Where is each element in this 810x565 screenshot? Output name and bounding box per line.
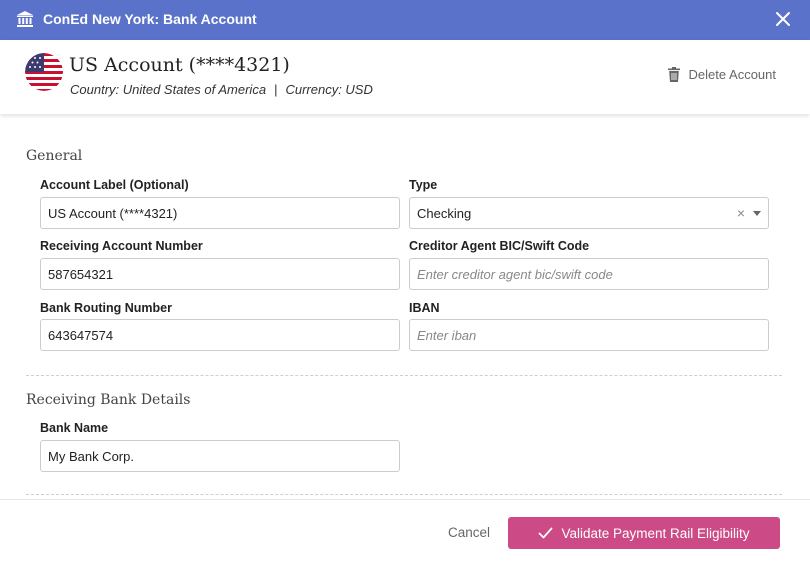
account-label-label: Account Label (Optional) (40, 178, 189, 192)
account-meta: Country: United States of America | Curren… (70, 82, 373, 97)
type-label: Type (409, 178, 438, 192)
close-icon[interactable] (774, 10, 792, 28)
bank-name-label: Bank Name (40, 421, 109, 435)
delete-account-button[interactable]: Delete Account (667, 67, 776, 82)
chevron-down-icon[interactable] (753, 210, 761, 216)
bank-icon (17, 11, 33, 27)
account-header: US Account (****4321) Country: United St… (0, 40, 810, 114)
clear-icon[interactable]: × (737, 205, 745, 221)
iban-label: IBAN (409, 301, 440, 315)
cancel-button[interactable]: Cancel (448, 525, 490, 540)
receiving-account-number-label: Receiving Account Number (40, 239, 203, 253)
us-flag-icon (25, 53, 63, 91)
section-divider-bottom (26, 494, 782, 495)
creditor-bic-label: Creditor Agent BIC/Swift Code (409, 239, 590, 253)
receiving-bank-section-title: Receiving Bank Details (26, 392, 191, 408)
account-currency: Currency: USD (285, 82, 373, 97)
trash-icon (667, 67, 680, 82)
validate-payment-rail-label: Validate Payment Rail Eligibility (561, 525, 750, 541)
bank-routing-number-input[interactable] (40, 319, 400, 351)
bank-routing-number-label: Bank Routing Number (40, 301, 172, 315)
checkmark-icon (539, 527, 553, 539)
dialog-footer: Cancel Validate Payment Rail Eligibility (0, 499, 810, 565)
creditor-bic-input[interactable] (409, 258, 769, 290)
delete-account-label: Delete Account (688, 67, 776, 82)
type-select-value: Checking (417, 205, 472, 221)
account-label-input[interactable] (40, 197, 400, 229)
type-select[interactable]: Checking × (409, 197, 769, 229)
section-divider (26, 375, 782, 376)
account-country: Country: United States of America (70, 82, 267, 97)
window-title: ConEd New York: Bank Account (43, 11, 257, 27)
window-titlebar: ConEd New York: Bank Account (0, 0, 810, 40)
bank-name-input[interactable] (40, 440, 400, 472)
general-section-title: General (26, 148, 83, 164)
validate-payment-rail-button[interactable]: Validate Payment Rail Eligibility (508, 517, 780, 549)
account-title: US Account (****4321) (69, 54, 290, 76)
meta-separator: | (274, 82, 278, 97)
iban-input[interactable] (409, 319, 769, 351)
receiving-account-number-input[interactable] (40, 258, 400, 290)
